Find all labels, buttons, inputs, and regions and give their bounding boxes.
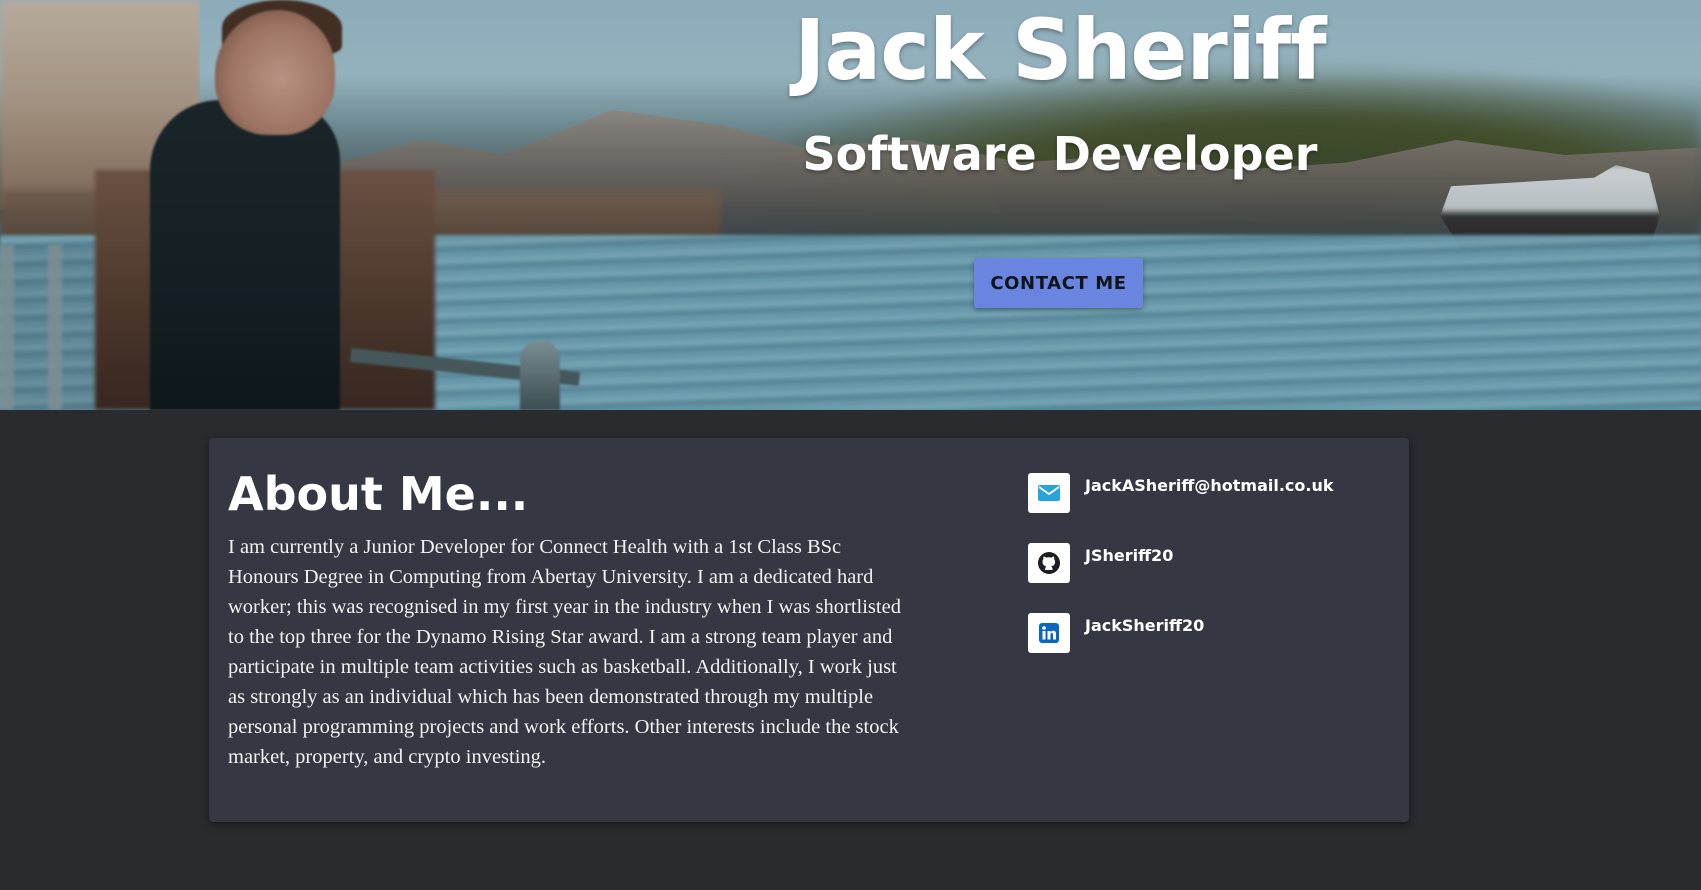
about-paragraph: I am currently a Junior Developer for Co… — [228, 536, 901, 768]
email-link[interactable]: JackASheriff@hotmail.co.uk — [1085, 476, 1334, 496]
about-card: About Me... I am currently a Junior Deve… — [209, 438, 1409, 822]
contact-item-linkedin[interactable]: JackSheriff20 — [1028, 613, 1388, 653]
contact-item-github[interactable]: JSheriff20 — [1028, 543, 1388, 583]
hero-name: Jack Sheriff — [794, 1, 1326, 99]
hero-role: Software Developer — [802, 127, 1318, 181]
linkedin-link[interactable]: JackSheriff20 — [1085, 616, 1204, 636]
github-icon[interactable] — [1028, 543, 1070, 583]
contact-me-button[interactable]: CONTACT ME — [974, 258, 1143, 308]
contact-item-email[interactable]: JackASheriff@hotmail.co.uk — [1028, 473, 1388, 513]
email-icon[interactable] — [1028, 473, 1070, 513]
linkedin-icon[interactable] — [1028, 613, 1070, 653]
about-heading: About Me... — [228, 467, 529, 521]
github-link[interactable]: JSheriff20 — [1085, 546, 1173, 566]
hero-banner: Jack Sheriff Software Developer CONTACT … — [0, 0, 1701, 410]
